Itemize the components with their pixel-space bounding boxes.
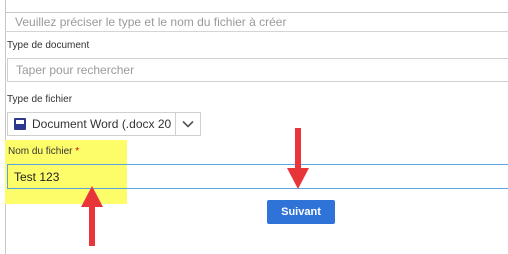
next-button[interactable]: Suivant — [267, 200, 335, 224]
word-document-icon — [14, 118, 26, 130]
file-type-select[interactable]: Document Word (.docx 20 — [7, 112, 201, 136]
file-name-label-text: Nom du fichier — [8, 146, 73, 157]
document-type-label: Type de document — [7, 40, 90, 51]
file-type-label: Type de fichier — [7, 94, 73, 105]
form-instructions: Veuillez préciser le type et le nom du f… — [5, 12, 508, 32]
document-type-search-input[interactable] — [7, 58, 508, 82]
required-marker: * — [75, 146, 80, 157]
file-type-selected-value: Document Word (.docx 20 — [32, 117, 172, 131]
create-file-form: Veuillez préciser le type et le nom du f… — [0, 0, 508, 254]
red-arrow-up-icon — [81, 186, 103, 246]
red-arrow-down-icon — [287, 128, 309, 189]
file-name-label: Nom du fichier * — [8, 146, 79, 157]
form-border — [5, 0, 6, 254]
chevron-down-icon[interactable] — [176, 113, 200, 135]
